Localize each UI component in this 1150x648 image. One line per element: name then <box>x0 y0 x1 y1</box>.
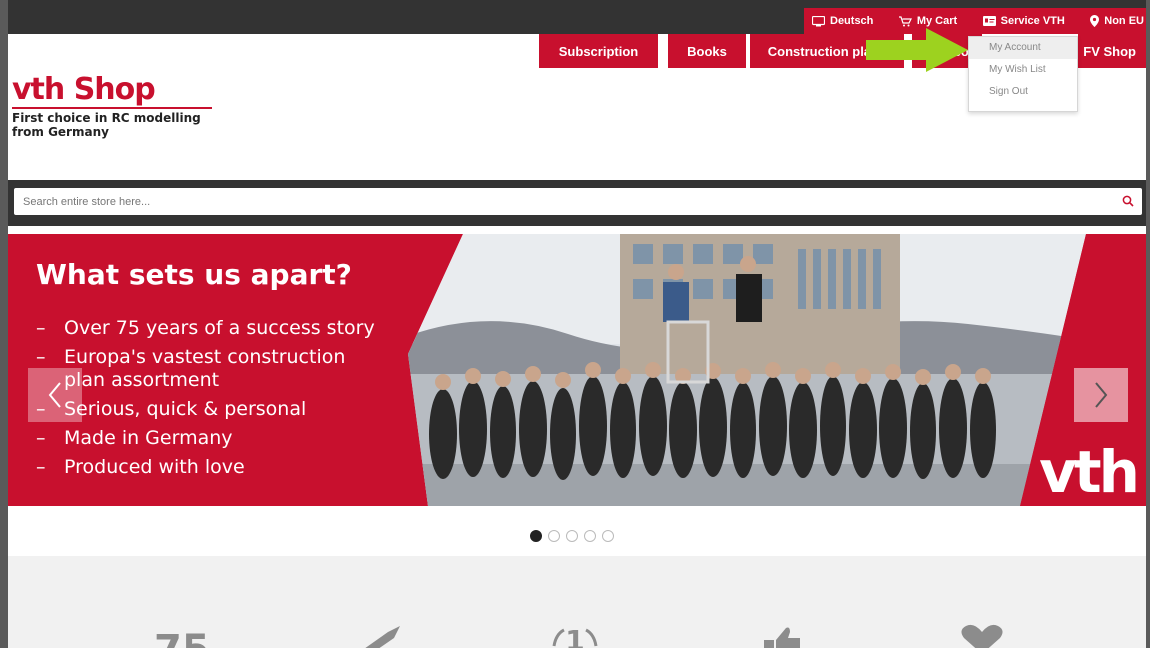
nav-fv-shop[interactable]: FV Shop <box>1078 34 1146 68</box>
logo-underline <box>12 107 212 109</box>
search-input[interactable] <box>14 188 1114 215</box>
chevron-left-icon <box>48 382 61 408</box>
search-box <box>14 188 1142 215</box>
account-dropdown: My Account My Wish List Sign Out <box>968 36 1078 112</box>
search-icon[interactable] <box>1122 194 1134 212</box>
plane-icon <box>365 626 400 648</box>
thumbs-up-icon <box>764 627 800 648</box>
slider-dot-4[interactable] <box>584 530 596 542</box>
window-frame-right <box>1146 0 1150 648</box>
monitor-icon <box>812 15 825 26</box>
slider-dot-1[interactable] <box>530 530 542 542</box>
slider-dot-3[interactable] <box>566 530 578 542</box>
banner-headline: What sets us apart? <box>36 258 352 291</box>
id-card-icon <box>982 16 996 26</box>
feature-item: – Serious, quick & personal <box>36 398 307 420</box>
nav-books[interactable]: Books <box>668 34 746 68</box>
logo[interactable]: vth Shop First choice in RC modelling fr… <box>12 74 222 139</box>
feature-list: – Over 75 years of a success story – Europ… <box>36 314 375 482</box>
region-label: Non EU <box>1104 15 1144 27</box>
slider-prev-button[interactable] <box>28 368 82 422</box>
logo-tagline-1: First choice in RC modelling <box>12 111 201 125</box>
region-link[interactable]: Non EU <box>1090 15 1144 27</box>
feature-item: – Produced with love <box>36 456 245 478</box>
chevron-right-icon <box>1095 382 1108 408</box>
award-icon: 1 <box>552 624 598 648</box>
service-label: Service VTH <box>1000 15 1065 27</box>
feature-item: – Made in Germany <box>36 427 233 449</box>
top-bar: Deutsch My Cart Service VTH Non EU <box>8 0 1146 34</box>
cart-icon <box>898 15 912 26</box>
menu-my-account[interactable]: My Account <box>969 37 1077 59</box>
slider-next-button[interactable] <box>1074 368 1128 422</box>
slider-dot-2[interactable] <box>548 530 560 542</box>
nav-subscription[interactable]: Subscription <box>539 34 658 68</box>
values-section: 75 1 <box>8 556 1146 648</box>
feature-item: – Over 75 years of a success story <box>36 317 375 339</box>
map-pin-icon <box>1090 15 1100 27</box>
menu-sign-out[interactable]: Sign Out <box>969 81 1077 103</box>
top-links: Deutsch My Cart Service VTH Non EU <box>804 8 1146 34</box>
search-bar <box>8 180 1146 226</box>
years-number: 75 <box>154 630 210 648</box>
service-link[interactable]: Service VTH <box>982 15 1065 27</box>
window-frame-left <box>0 0 8 648</box>
menu-my-wish-list[interactable]: My Wish List <box>969 59 1077 81</box>
green-arrow-icon <box>866 28 968 72</box>
logo-wordmark: vth Shop <box>12 72 156 107</box>
svg-text:1: 1 <box>565 624 584 648</box>
heart-icon <box>961 624 1003 648</box>
slider-dots <box>530 530 614 542</box>
logo-tagline-2: from Germany <box>12 125 109 139</box>
vth-brand-mark: vth <box>1039 438 1137 506</box>
slider-dot-5[interactable] <box>602 530 614 542</box>
hero-banner[interactable]: vth What sets us apart? – Over 75 years o… <box>8 234 1146 506</box>
